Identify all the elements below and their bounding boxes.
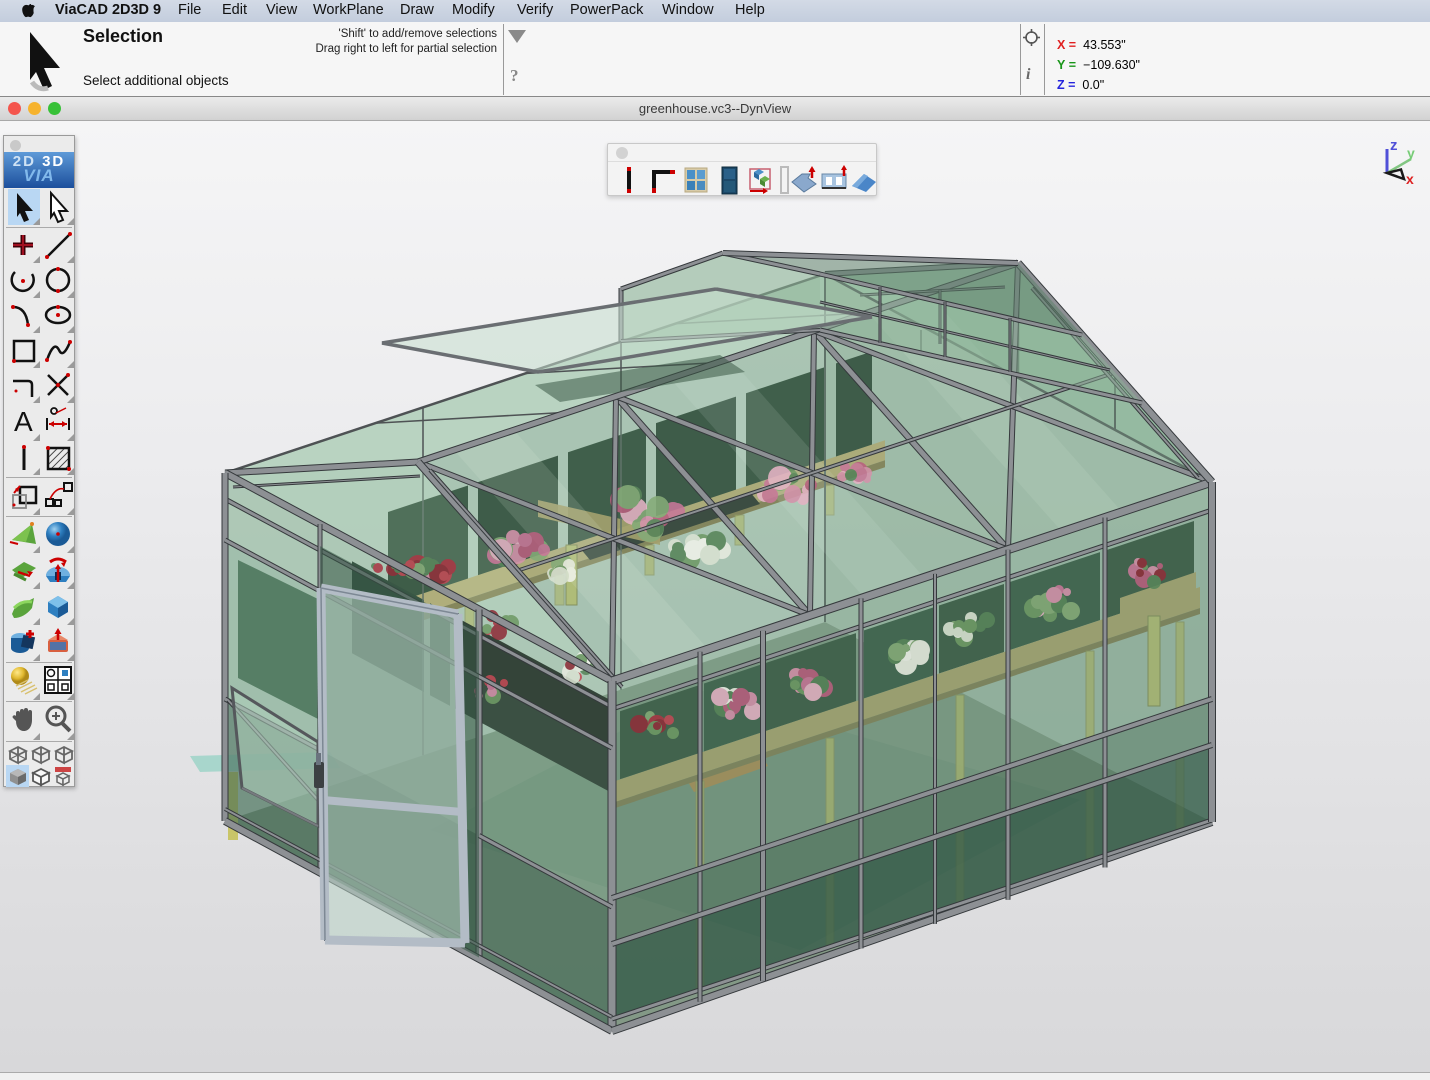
svg-text:y: y	[1407, 145, 1415, 161]
svg-text:A: A	[14, 406, 33, 437]
svg-text:x: x	[1406, 171, 1414, 185]
svg-text:z: z	[1390, 137, 1398, 154]
